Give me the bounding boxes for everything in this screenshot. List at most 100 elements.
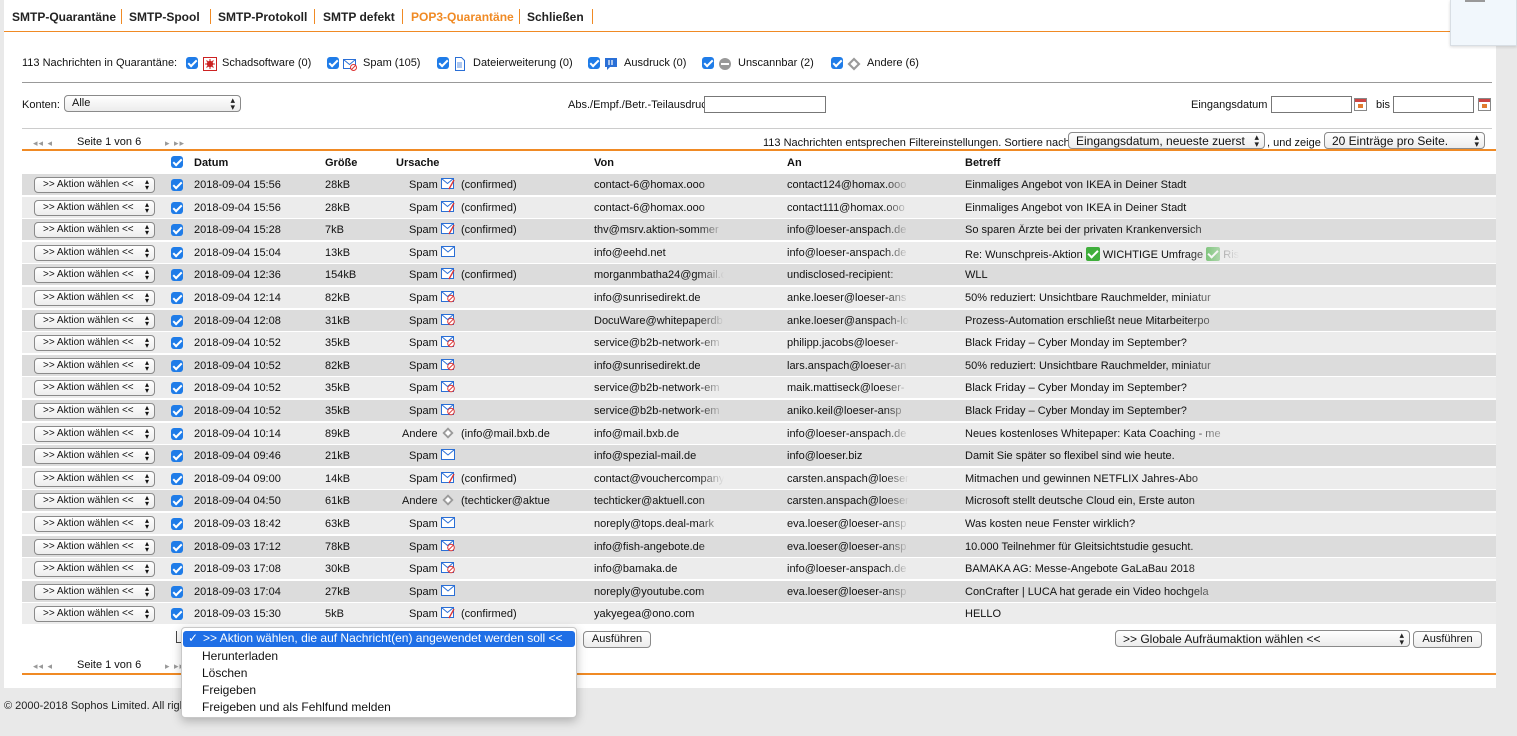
tab-smtp-log[interactable]: SMTP-Protokoll <box>218 10 307 24</box>
select-all-checkbox[interactable] <box>171 156 183 168</box>
table-row[interactable]: >> Aktion wählen << ▴ ▾ 2018-09-04 04:50 61k… <box>22 490 1496 513</box>
global-execute-button[interactable]: Ausführen <box>1413 631 1482 648</box>
row-checkbox[interactable] <box>171 246 183 259</box>
table-row[interactable]: >> Aktion wählen << ▴ ▾ 2018-09-04 09:46 21k… <box>22 445 1496 468</box>
table-row[interactable]: >> Aktion wählen << ▴ ▾ 2018-09-04 15:56 28k… <box>22 174 1496 196</box>
dropdown-option-delete[interactable]: Löschen <box>182 666 576 682</box>
row-checkbox[interactable] <box>171 518 183 530</box>
dropdown-option-release[interactable]: Freigeben <box>182 683 576 699</box>
search-input[interactable] <box>704 96 826 113</box>
table-row[interactable]: >> Aktion wählen << ▴ ▾ 2018-09-03 17:08 30k… <box>22 558 1496 581</box>
table-row[interactable]: >> Aktion wählen << ▴ ▾ 2018-09-04 12:08 31k… <box>22 309 1496 332</box>
row-action-select[interactable]: >> Aktion wählen << ▴ ▾ <box>34 606 155 623</box>
row-action-select[interactable]: >> Aktion wählen << ▴ ▾ <box>34 403 155 419</box>
col-reason-header[interactable]: Ursache <box>396 157 439 169</box>
table-row[interactable]: >> Aktion wählen << ▴ ▾ 2018-09-04 15:56 28k… <box>22 196 1496 219</box>
table-row[interactable]: >> Aktion wählen << ▴ ▾ 2018-09-04 09:00 14k… <box>22 467 1496 490</box>
row-checkbox[interactable] <box>171 382 183 395</box>
execute-button[interactable]: Ausführen <box>583 631 651 648</box>
row-checkbox[interactable] <box>171 405 183 417</box>
dropdown-option-release-report[interactable]: Freigeben und als Fehlfund melden <box>182 700 576 716</box>
row-action-select[interactable]: >> Aktion wählen << ▴ ▾ <box>34 244 155 261</box>
table-row[interactable]: >> Aktion wählen << ▴ ▾ 2018-09-03 17:04 27k… <box>22 580 1496 603</box>
row-action-select[interactable]: >> Aktion wählen << ▴ ▾ <box>34 222 155 239</box>
row-checkbox[interactable] <box>171 495 183 508</box>
pager-first-prev-icon[interactable]: ◂◂ ◂ <box>33 138 53 149</box>
row-action-select[interactable]: >> Aktion wählen << ▴ ▾ <box>34 177 155 193</box>
row-checkbox[interactable] <box>171 179 183 191</box>
row-checkbox[interactable] <box>171 359 183 372</box>
row-action-select[interactable]: >> Aktion wählen << ▴ ▾ <box>34 493 155 510</box>
col-to-header[interactable]: An <box>787 157 802 169</box>
table-row[interactable]: >> Aktion wählen << ▴ ▾ 2018-09-04 10:14 89k… <box>22 422 1496 445</box>
category-expression-checkbox[interactable] <box>588 57 600 69</box>
table-row[interactable]: >> Aktion wählen << ▴ ▾ 2018-09-04 12:36 154… <box>22 264 1496 287</box>
row-checkbox[interactable] <box>171 427 183 440</box>
col-date-header[interactable]: Datum <box>194 157 228 169</box>
row-action-select[interactable]: >> Aktion wählen << ▴ ▾ <box>34 335 155 352</box>
row-action-select[interactable]: >> Aktion wählen << ▴ ▾ <box>34 380 155 397</box>
row-checkbox[interactable] <box>171 563 183 576</box>
row-checkbox[interactable] <box>171 292 183 304</box>
table-row[interactable]: >> Aktion wählen << ▴ ▾ 2018-09-03 18:42 63k… <box>22 513 1496 535</box>
col-from-header[interactable]: Von <box>594 157 614 169</box>
sort-select[interactable]: Eingangsdatum, neueste zuerst ▴ ▾ <box>1068 132 1265 149</box>
table-row[interactable]: >> Aktion wählen << ▴ ▾ 2018-09-04 10:52 35k… <box>22 332 1496 355</box>
accounts-select[interactable]: Alle ▴ ▾ <box>64 95 241 112</box>
row-checkbox[interactable] <box>171 472 183 485</box>
table-row[interactable]: >> Aktion wählen << ▴ ▾ 2018-09-04 10:52 35k… <box>22 377 1496 400</box>
row-action-select[interactable]: >> Aktion wählen << ▴ ▾ <box>34 538 155 555</box>
category-unscannable-checkbox[interactable] <box>702 57 714 69</box>
table-row[interactable]: >> Aktion wählen << ▴ ▾ 2018-09-04 15:04 13k… <box>22 241 1496 264</box>
row-action-select[interactable]: >> Aktion wählen << ▴ ▾ <box>34 583 155 600</box>
dropdown-option-choose-action[interactable]: ✓ >> Aktion wählen, die auf Nachricht(en… <box>183 631 575 647</box>
row-checkbox[interactable] <box>171 337 183 350</box>
tab-close[interactable]: Schließen <box>527 10 584 24</box>
pager-next-last-icon[interactable]: ▸ ▸▸ <box>165 138 185 149</box>
table-row[interactable]: >> Aktion wählen << ▴ ▾ 2018-09-04 10:52 35k… <box>22 400 1496 422</box>
row-checkbox[interactable] <box>171 224 183 237</box>
per-page-select[interactable]: 20 Einträge pro Seite. ▴ ▾ <box>1324 132 1485 149</box>
pager-first-prev-icon[interactable]: ◂◂ ◂ <box>33 661 53 672</box>
col-size-header[interactable]: Größe <box>325 157 357 169</box>
row-action-select[interactable]: >> Aktion wählen << ▴ ▾ <box>34 267 155 284</box>
row-checkbox[interactable] <box>171 269 183 282</box>
row-action-select[interactable]: >> Aktion wählen << ▴ ▾ <box>34 357 155 374</box>
table-row[interactable]: >> Aktion wählen << ▴ ▾ 2018-09-04 15:28 7kB… <box>22 219 1496 242</box>
table-row[interactable]: >> Aktion wählen << ▴ ▾ 2018-09-04 10:52 82k… <box>22 354 1496 377</box>
corner-widget[interactable] <box>1450 0 1517 46</box>
date-from-input[interactable] <box>1271 96 1352 113</box>
row-action-select[interactable]: >> Aktion wählen << ▴ ▾ <box>34 425 155 442</box>
tab-smtp-quarantine[interactable]: SMTP-Quarantäne <box>12 10 116 24</box>
global-cleanup-select[interactable]: >> Globale Aufräumaktion wählen << ▴ ▾ <box>1115 630 1410 647</box>
action-dropdown-menu[interactable]: ✓ >> Aktion wählen, die auf Nachricht(en… <box>181 627 577 718</box>
row-action-select[interactable]: >> Aktion wählen << ▴ ▾ <box>34 561 155 578</box>
row-checkbox[interactable] <box>171 540 183 553</box>
row-action-select[interactable]: >> Aktion wählen << ▴ ▾ <box>34 516 155 532</box>
dropdown-option-download[interactable]: Herunterladen <box>182 649 576 665</box>
tab-smtp-broken[interactable]: SMTP defekt <box>323 10 395 24</box>
calendar-to-icon[interactable] <box>1478 98 1491 111</box>
date-to-input[interactable] <box>1393 96 1474 113</box>
row-action-select[interactable]: >> Aktion wählen << ▴ ▾ <box>34 470 155 487</box>
table-row[interactable]: >> Aktion wählen << ▴ ▾ 2018-09-04 12:14 82k… <box>22 287 1496 309</box>
row-checkbox[interactable] <box>171 608 183 621</box>
category-malware-checkbox[interactable] <box>186 57 198 69</box>
table-row[interactable]: >> Aktion wählen << ▴ ▾ 2018-09-03 15:30 5kB… <box>22 603 1496 626</box>
row-action-select[interactable]: >> Aktion wählen << ▴ ▾ <box>34 312 155 329</box>
row-checkbox[interactable] <box>171 314 183 327</box>
row-action-select[interactable]: >> Aktion wählen << ▴ ▾ <box>34 290 155 306</box>
calendar-from-icon[interactable] <box>1354 98 1367 111</box>
row-checkbox[interactable] <box>171 201 183 214</box>
row-checkbox[interactable] <box>171 585 183 598</box>
table-row[interactable]: >> Aktion wählen << ▴ ▾ 2018-09-03 17:12 78k… <box>22 535 1496 558</box>
row-action-select[interactable]: >> Aktion wählen << ▴ ▾ <box>34 448 155 465</box>
row-checkbox[interactable] <box>171 450 183 463</box>
category-file-extension-checkbox[interactable] <box>437 57 449 69</box>
tab-smtp-spool[interactable]: SMTP-Spool <box>129 10 200 24</box>
tab-pop3-quarantine[interactable]: POP3-Quarantäne <box>411 10 514 24</box>
category-other-checkbox[interactable] <box>831 57 843 69</box>
category-spam-checkbox[interactable] <box>327 57 339 69</box>
col-subject-header[interactable]: Betreff <box>965 157 1000 169</box>
row-action-select[interactable]: >> Aktion wählen << ▴ ▾ <box>34 199 155 216</box>
